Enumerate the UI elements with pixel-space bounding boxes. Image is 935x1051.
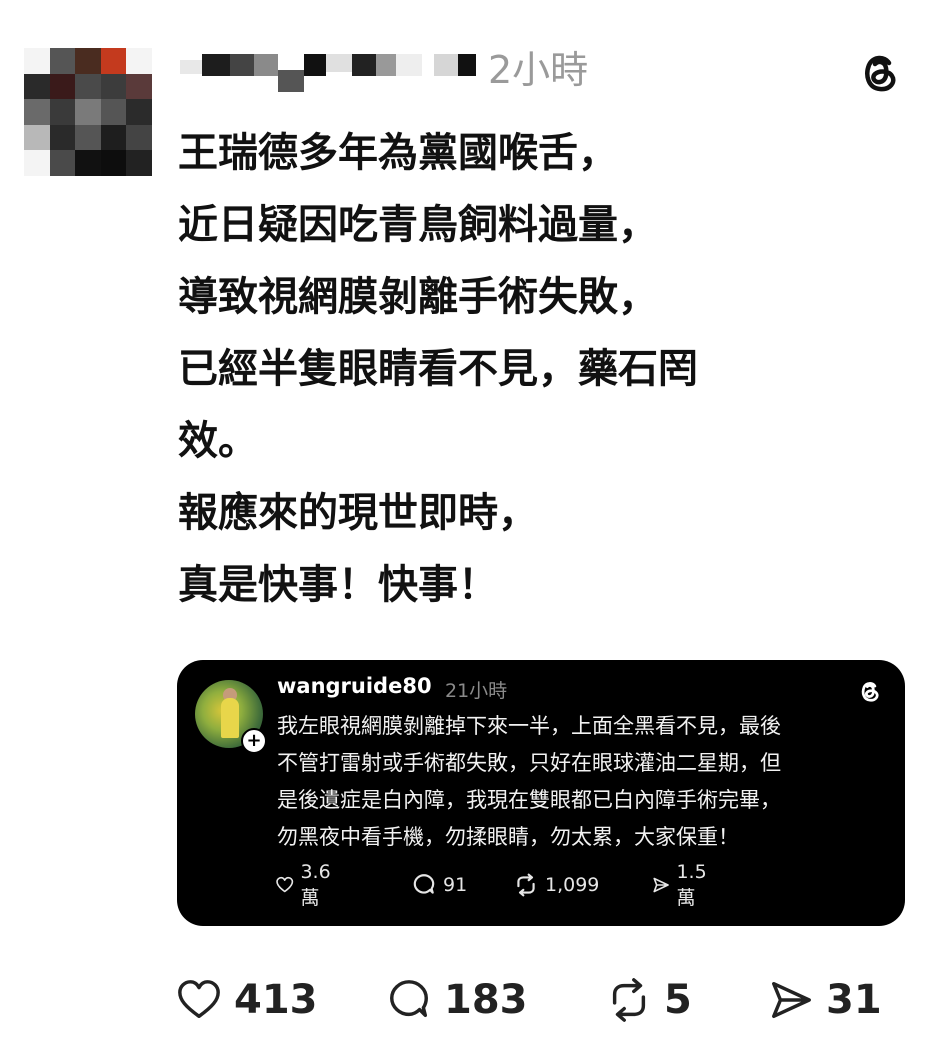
quoted-like-count: 3.6萬	[300, 860, 331, 909]
avatar[interactable]	[24, 48, 152, 176]
quoted-text-line: 我左眼視網膜剝離掉下來一半，上面全黑看不見，最後	[277, 714, 781, 738]
comment-count: 183	[444, 977, 528, 1023]
quoted-share-count: 1.5萬	[676, 860, 707, 909]
quoted-timestamp: 21小時	[445, 680, 508, 702]
repost-icon	[612, 978, 646, 1022]
repost-icon	[517, 873, 535, 897]
quoted-comment-count: 91	[443, 874, 468, 896]
quoted-like-button[interactable]: 3.6萬	[275, 861, 337, 909]
quoted-text-line: 是後遺症是白內障，我現在雙眼都已白內障手術完畢，	[277, 788, 781, 812]
quoted-share-button[interactable]: 1.5萬	[651, 861, 713, 909]
comment-bubble-icon	[390, 980, 428, 1018]
post-body: 王瑞德多年為黨國喉舌， 近日疑因吃青鳥飼料過量， 導致視網膜剝離手術失敗， 已經…	[178, 117, 878, 621]
post-timestamp: 2小時	[488, 48, 589, 92]
share-send-icon	[772, 981, 811, 1019]
username-redacted[interactable]	[180, 50, 480, 92]
comment-bubble-icon	[413, 874, 435, 894]
like-count: 413	[234, 977, 318, 1023]
plus-icon[interactable]: +	[241, 728, 267, 754]
post-text-line: 真是快事！快事！	[178, 562, 498, 608]
heart-icon	[178, 980, 220, 1019]
share-send-icon	[653, 877, 669, 893]
quoted-repost-button[interactable]: 1,099	[513, 870, 599, 900]
like-button[interactable]: 413	[176, 972, 318, 1028]
quoted-post-card[interactable]: + wangruide80 21小時 我左眼視網膜剝離掉下來一半，上面全黑看不見…	[177, 660, 905, 926]
heart-icon	[276, 876, 294, 893]
post-text-line: 近日疑因吃青鳥飼料過量，	[178, 202, 658, 248]
quoted-repost-count: 1,099	[545, 874, 600, 896]
share-count: 31	[826, 977, 882, 1023]
repost-button[interactable]: 5	[606, 972, 692, 1028]
quoted-text-line: 勿黑夜中看手機，勿揉眼睛，勿太累，大家保重！	[277, 825, 739, 849]
quoted-comment-button[interactable]: 91	[411, 870, 467, 900]
comment-button[interactable]: 183	[386, 972, 528, 1028]
share-button[interactable]: 31	[768, 972, 882, 1028]
repost-count: 5	[664, 977, 692, 1023]
quoted-post-body: 我左眼視網膜剝離掉下來一半，上面全黑看不見，最後 不管打雷射或手術都失敗，只好在…	[277, 708, 893, 856]
threads-logo-icon[interactable]	[856, 48, 904, 96]
quoted-text-line: 不管打雷射或手術都失敗，只好在眼球灌油二星期，但	[277, 751, 781, 775]
post-text-line: 報應來的現世即時，	[178, 490, 538, 536]
threads-logo-icon	[861, 682, 879, 702]
post-action-bar: 413 183 5 31	[176, 972, 896, 1028]
post-text-line: 王瑞德多年為黨國喉舌，	[178, 130, 618, 176]
quoted-username[interactable]: wangruide80	[277, 674, 432, 698]
post-text-line: 效。	[178, 418, 258, 464]
post-text-line: 導致視網膜剝離手術失敗，	[178, 274, 658, 320]
post-text-line: 已經半隻眼睛看不見，藥石罔	[178, 346, 698, 392]
